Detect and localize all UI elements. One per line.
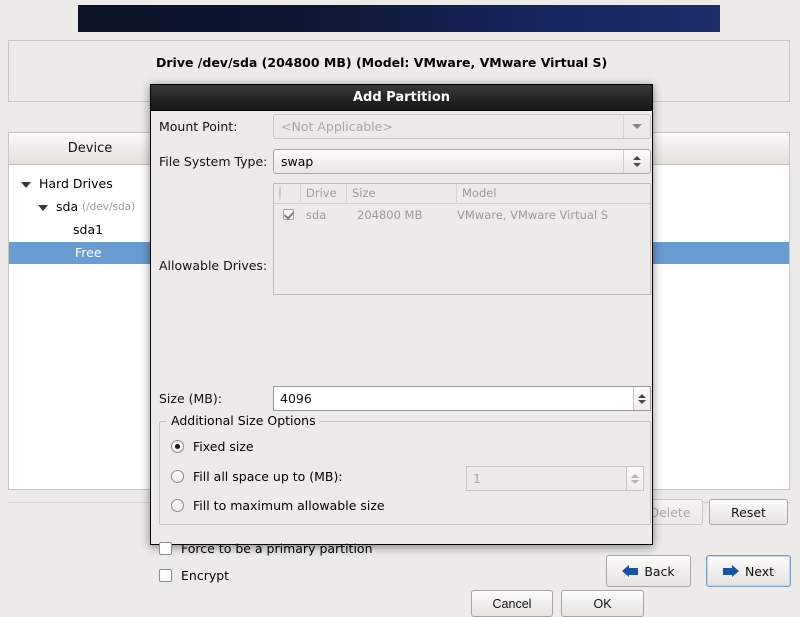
tree-item-sda[interactable]: sda (/dev/sda) xyxy=(9,196,172,218)
size-label: Size (MB): xyxy=(159,391,222,406)
additional-size-options-legend: Additional Size Options xyxy=(167,413,320,428)
stepper-down-icon[interactable] xyxy=(638,399,646,404)
column-header-checkbox[interactable] xyxy=(274,184,301,202)
column-header-drive[interactable]: Drive xyxy=(301,184,347,202)
stepper-up-icon[interactable] xyxy=(638,393,646,398)
tree-item-hard-drives[interactable]: Hard Drives xyxy=(9,173,172,195)
column-header-size[interactable]: Size xyxy=(347,184,457,202)
dialog-title: Add Partition xyxy=(151,85,652,111)
drive-row-model: VMware, VMware Virtual S xyxy=(457,208,609,222)
fill-up-to-stepper[interactable] xyxy=(626,467,643,490)
checkbox-force-primary[interactable]: Force to be a primary partition xyxy=(159,541,373,556)
back-button-label: Back xyxy=(644,563,675,579)
next-button-label: Next xyxy=(744,563,775,579)
allowable-drives-list[interactable]: Drive Size Model sda 204800 MB VMware, V… xyxy=(273,183,651,295)
cancel-button[interactable]: Cancel xyxy=(471,590,553,617)
chevron-down-icon[interactable] xyxy=(623,115,650,138)
mount-point-value: <Not Applicable> xyxy=(281,119,393,134)
checkbox-encrypt-label: Encrypt xyxy=(181,568,230,583)
drives-list-row[interactable]: sda 204800 MB VMware, VMware Virtual S xyxy=(274,204,650,226)
allowable-drives-label: Allowable Drives: xyxy=(159,258,268,273)
stepper-up-icon[interactable] xyxy=(631,473,639,478)
tree-item-sda1[interactable]: sda1 xyxy=(9,219,172,241)
arrow-left-icon xyxy=(622,564,639,578)
checkbox-unchecked-icon[interactable] xyxy=(159,569,172,582)
mount-point-combo[interactable]: <Not Applicable> xyxy=(273,114,651,139)
radio-selected-icon[interactable] xyxy=(171,440,184,453)
ok-button[interactable]: OK xyxy=(561,590,644,617)
reset-button-label: Reset xyxy=(731,504,766,520)
tree-item-label: Hard Drives xyxy=(39,176,113,191)
reset-button[interactable]: Reset xyxy=(709,499,788,525)
checkbox-force-primary-label: Force to be a primary partition xyxy=(181,541,373,556)
drive-row-name: sda xyxy=(306,208,327,222)
add-partition-dialog: Add Partition Mount Point: <Not Applicab… xyxy=(150,84,653,617)
radio-fill-up-to[interactable]: Fill all space up to (MB): xyxy=(171,469,343,484)
dialog-body: Mount Point: <Not Applicable> File Syste… xyxy=(151,111,652,617)
tree-item-label: Free xyxy=(75,245,102,260)
radio-fixed-size[interactable]: Fixed size xyxy=(171,439,254,454)
stepper-down-icon[interactable] xyxy=(631,479,639,484)
tree-item-sublabel: (/dev/sda) xyxy=(82,201,136,213)
installer-banner xyxy=(78,5,720,32)
checkbox-checked-icon[interactable] xyxy=(283,209,294,220)
arrow-right-icon xyxy=(722,564,739,578)
radio-unselected-icon[interactable] xyxy=(171,499,184,512)
drives-list-header: Drive Size Model xyxy=(274,184,650,204)
radio-fixed-size-label: Fixed size xyxy=(193,439,254,454)
tree-item-label: sda1 xyxy=(73,222,104,237)
size-input[interactable]: 4096 xyxy=(273,386,651,411)
size-value: 4096 xyxy=(280,391,312,406)
back-button[interactable]: Back xyxy=(606,555,691,587)
size-stepper[interactable] xyxy=(633,387,650,410)
column-header-model[interactable]: Model xyxy=(457,184,650,202)
tree-item-label: sda xyxy=(56,199,79,214)
column-header-device[interactable]: Device xyxy=(9,133,172,164)
checkbox-unchecked-icon[interactable] xyxy=(159,542,172,555)
checkbox-encrypt[interactable]: Encrypt xyxy=(159,568,229,583)
drive-title: Drive /dev/sda (204800 MB) (Model: VMwar… xyxy=(156,55,608,70)
expander-triangle-icon[interactable] xyxy=(38,205,48,211)
fill-up-to-value: 1 xyxy=(473,471,481,486)
radio-unselected-icon[interactable] xyxy=(171,470,184,483)
radio-fill-up-to-label: Fill all space up to (MB): xyxy=(193,469,343,484)
drive-row-checkbox[interactable] xyxy=(283,204,294,226)
fill-up-to-input[interactable]: 1 xyxy=(466,466,644,491)
file-system-type-label: File System Type: xyxy=(159,154,268,169)
tree-item-free[interactable]: Free xyxy=(9,242,172,264)
radio-fill-max[interactable]: Fill to maximum allowable size xyxy=(171,498,385,513)
file-system-type-combo[interactable]: swap xyxy=(273,149,651,174)
chevron-updown-icon[interactable] xyxy=(623,150,650,173)
radio-fill-max-label: Fill to maximum allowable size xyxy=(193,498,385,513)
next-button[interactable]: Next xyxy=(706,555,791,587)
drive-row-size: 204800 MB xyxy=(357,208,423,222)
select-all-checkbox-icon[interactable] xyxy=(279,185,281,201)
file-system-type-value: swap xyxy=(281,154,314,169)
mount-point-label: Mount Point: xyxy=(159,119,238,134)
expander-triangle-icon[interactable] xyxy=(21,182,31,188)
